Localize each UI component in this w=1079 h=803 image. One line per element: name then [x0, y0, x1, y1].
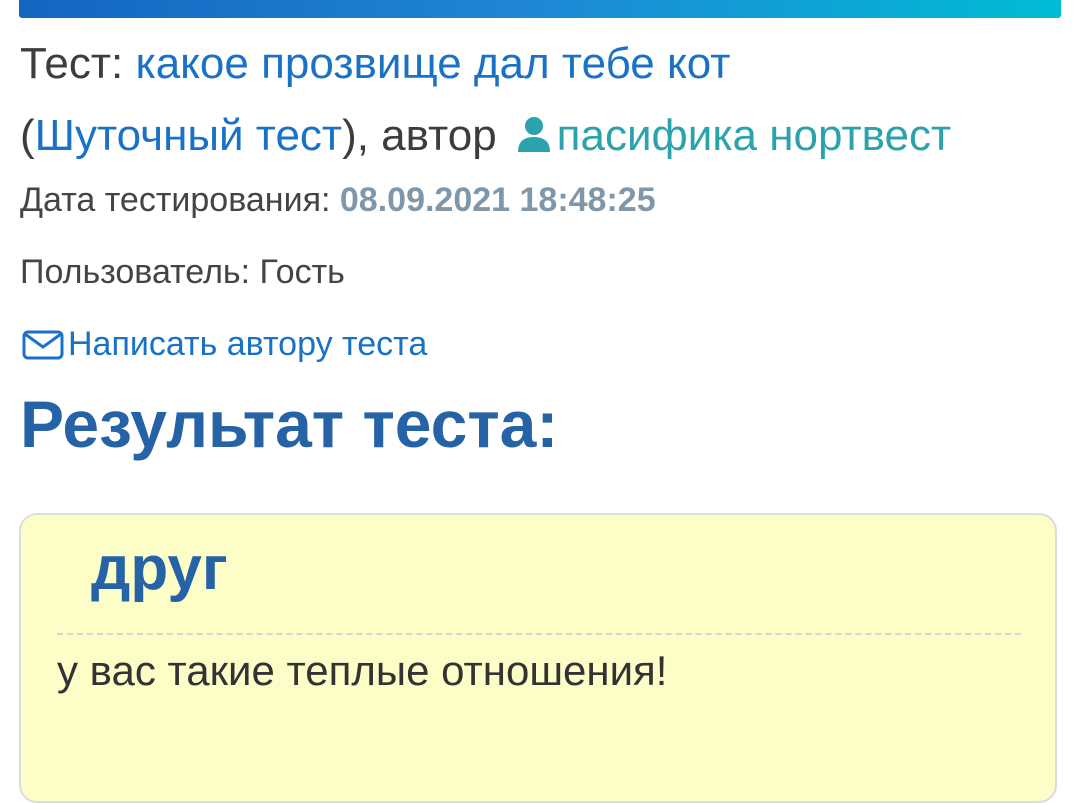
top-gradient-bar	[19, 0, 1061, 18]
date-value: 08.09.2021 18:48:25	[339, 181, 656, 219]
test-title-link[interactable]: какое прозвище дал тебе кот	[135, 39, 730, 88]
envelope-icon	[22, 330, 64, 359]
write-author-link[interactable]: Написать автору теста	[22, 325, 427, 364]
test-prefix: Тест:	[20, 39, 136, 88]
result-divider	[57, 633, 1021, 635]
user-row: Пользователь: Гость	[20, 253, 345, 292]
user-icon	[517, 102, 551, 174]
result-card: друг у вас такие теплые отношения!	[19, 513, 1057, 803]
test-date-row: Дата тестирования: 08.09.2021 18:48:25	[20, 181, 656, 220]
author-link[interactable]: пасифика нортвест	[497, 111, 952, 160]
user-value: Гость	[259, 253, 345, 291]
result-description: у вас такие теплые отношения!	[57, 647, 668, 694]
result-title: друг	[91, 534, 228, 603]
author-prefix: ), автор	[342, 111, 497, 160]
write-author-label: Написать автору теста	[68, 325, 428, 363]
date-label: Дата тестирования:	[20, 181, 340, 219]
test-header: Тест: какое прозвище дал тебе кот (Шуточ…	[20, 28, 1070, 174]
user-label: Пользователь:	[20, 253, 260, 291]
author-name: пасифика нортвест	[556, 111, 952, 160]
result-heading: Результат теста:	[20, 387, 559, 461]
open-paren: (	[20, 111, 35, 160]
category-link[interactable]: Шуточный тест	[35, 111, 342, 160]
